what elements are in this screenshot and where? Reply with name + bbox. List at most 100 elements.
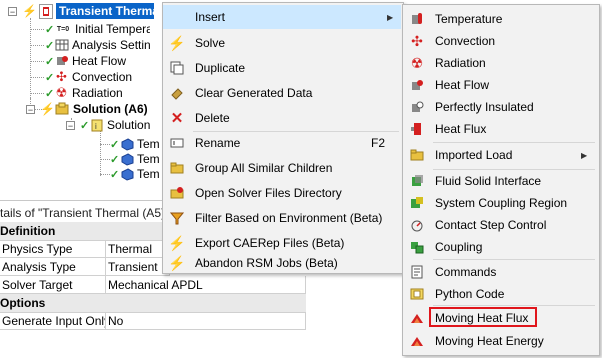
lightning-icon: ⚡ bbox=[40, 102, 55, 116]
details-row-label: Physics Type bbox=[0, 240, 106, 258]
menu-item-group-all-similar-children[interactable]: Group All Similar Children bbox=[163, 156, 401, 180]
duplicate-icon bbox=[169, 60, 185, 76]
menu-item-insert[interactable]: Insert ▶ bbox=[163, 5, 401, 29]
tree-root-label: Transient Thermal bbox=[55, 3, 154, 19]
rename-icon bbox=[169, 135, 185, 151]
tree-item-temperature-probe[interactable]: ✓ Tem bbox=[110, 151, 160, 167]
menu-item-solve[interactable]: ⚡ Solve bbox=[163, 31, 401, 55]
convection-icon: ✣ bbox=[56, 69, 67, 84]
menu-item-delete[interactable]: ✕ Delete bbox=[163, 106, 401, 130]
submenu-item-temperature[interactable]: Temperature bbox=[403, 7, 597, 31]
radiation-icon: ☢ bbox=[410, 54, 424, 71]
submenu-item-perfectly-insulated[interactable]: Perfectly Insulated bbox=[403, 95, 597, 119]
details-category-definition[interactable]: Definition bbox=[0, 222, 170, 241]
system-coupling-icon bbox=[409, 195, 425, 211]
tree-item-label: Solution (A6) bbox=[72, 102, 148, 116]
perfectly-insulated-icon bbox=[409, 99, 425, 115]
menu-item-label: Filter Based on Environment (Beta) bbox=[195, 211, 383, 225]
submenu-item-system-coupling-region[interactable]: System Coupling Region bbox=[403, 191, 597, 215]
submenu-item-python-code[interactable]: Python Code bbox=[403, 282, 597, 306]
checkmark-icon: ✓ bbox=[45, 87, 55, 100]
submenu-item-imported-load[interactable]: Imported Load ▶ bbox=[403, 143, 597, 167]
collapse-toggle[interactable]: − bbox=[8, 7, 17, 17]
group-folder-icon bbox=[169, 160, 185, 176]
temperature-result-icon bbox=[119, 167, 134, 182]
submenu-item-convection[interactable]: ✣ Convection bbox=[403, 29, 597, 53]
menu-item-label: Radiation bbox=[435, 56, 486, 70]
export-icon: ⚡ bbox=[168, 234, 186, 251]
details-row-value[interactable]: No bbox=[106, 312, 306, 330]
tree-item-radiation[interactable]: ✓ ☢ Radiation bbox=[45, 85, 123, 101]
menu-item-rename[interactable]: Rename F2 bbox=[163, 131, 401, 155]
details-row-value[interactable]: Thermal bbox=[106, 240, 170, 258]
submenu-item-heat-flow[interactable]: Heat Flow bbox=[403, 73, 597, 97]
menu-item-label: Perfectly Insulated bbox=[435, 100, 534, 114]
menu-item-filter-based-on-environment[interactable]: Filter Based on Environment (Beta) bbox=[163, 206, 401, 230]
moving-heat-energy-icon bbox=[409, 333, 425, 349]
clear-data-icon bbox=[169, 85, 185, 101]
collapse-toggle[interactable]: − bbox=[26, 105, 35, 115]
collapse-toggle[interactable]: − bbox=[66, 121, 75, 131]
menu-item-label: Rename bbox=[195, 136, 241, 150]
menu-item-clear-generated-data[interactable]: Clear Generated Data bbox=[163, 81, 401, 105]
submenu-item-moving-heat-energy[interactable]: Moving Heat Energy bbox=[403, 329, 597, 353]
details-row-label: Generate Input Only bbox=[0, 312, 106, 330]
menu-shortcut: F2 bbox=[371, 136, 386, 150]
tree-root-transient-thermal[interactable]: ⚡ Transient Thermal bbox=[22, 3, 154, 19]
menu-item-open-solver-files-directory[interactable]: Open Solver Files Directory bbox=[163, 181, 401, 205]
tree-item-solution-information[interactable]: ✓ i Solution Information bbox=[80, 117, 153, 133]
tree-item-analysis-settings[interactable]: ✓ Analysis Settings bbox=[45, 37, 150, 53]
solve-icon: ⚡ bbox=[168, 34, 186, 51]
checkmark-icon: ✓ bbox=[110, 168, 120, 181]
temperature-icon bbox=[409, 11, 425, 27]
checkmark-icon: ✓ bbox=[45, 71, 55, 84]
submenu-item-radiation[interactable]: ☢ Radiation bbox=[403, 51, 597, 75]
menu-item-label: Duplicate bbox=[195, 61, 246, 75]
submenu-item-fluid-solid-interface[interactable]: Fluid Solid Interface bbox=[403, 169, 597, 193]
tree-item-label: Tem bbox=[137, 137, 160, 151]
tree-item-label: Radiation bbox=[72, 86, 123, 100]
context-menu: Insert ▶ ⚡ Solve Duplicate Clear Generat… bbox=[162, 2, 404, 274]
convection-icon: ✣ bbox=[411, 32, 423, 49]
checkmark-icon: ✓ bbox=[45, 23, 55, 36]
menu-item-label: Commands bbox=[435, 265, 497, 279]
filter-icon bbox=[169, 210, 185, 226]
tree-item-temperature-probe[interactable]: ✓ Tem bbox=[110, 166, 160, 182]
tree-item-solution[interactable]: ⚡ Solution (A6) bbox=[40, 101, 148, 117]
details-category-options[interactable]: Options bbox=[0, 294, 306, 313]
submenu-item-contact-step-control[interactable]: Contact Step Control bbox=[403, 213, 597, 237]
menu-item-label: Group All Similar Children bbox=[195, 161, 333, 175]
menu-item-label: Heat Flux bbox=[435, 122, 487, 136]
menu-item-label: Export CAERep Files (Beta) bbox=[195, 236, 345, 250]
details-title: tails of "Transient Thermal (A5)" bbox=[0, 206, 170, 220]
menu-item-duplicate[interactable]: Duplicate bbox=[163, 56, 401, 80]
initial-temperature-icon: T=0 bbox=[56, 25, 70, 33]
menu-item-label: Delete bbox=[195, 111, 230, 125]
submenu-arrow-icon: ▶ bbox=[387, 12, 394, 22]
submenu-item-commands[interactable]: Commands bbox=[403, 260, 597, 284]
menu-item-label: Solve bbox=[195, 36, 226, 50]
menu-item-label: System Coupling Region bbox=[435, 196, 568, 210]
submenu-item-heat-flux[interactable]: Heat Flux bbox=[403, 117, 597, 141]
imported-load-icon bbox=[409, 147, 425, 163]
menu-item-label: Coupling bbox=[435, 240, 483, 254]
tree-item-label: Heat Flow bbox=[72, 54, 127, 68]
highlight-box bbox=[429, 307, 537, 327]
coupling-icon bbox=[409, 239, 425, 255]
temperature-result-icon bbox=[119, 137, 134, 152]
details-row-value[interactable]: Mechanical APDL bbox=[106, 276, 306, 294]
menu-item-abandon-rsm-jobs[interactable]: ⚡ Abandon RSM Jobs (Beta) bbox=[163, 251, 401, 275]
tree-item-label: Analysis Settings bbox=[72, 38, 150, 52]
submenu-item-coupling[interactable]: Coupling bbox=[403, 235, 597, 259]
svg-text:i: i bbox=[95, 122, 97, 131]
tree-item-temperature-probe[interactable]: ✓ Tem bbox=[110, 136, 160, 152]
checkmark-icon: ✓ bbox=[45, 55, 55, 68]
details-row-value[interactable]: Transient bbox=[106, 258, 170, 276]
submenu-arrow-icon: ▶ bbox=[581, 150, 588, 160]
checkmark-icon: ✓ bbox=[45, 39, 55, 52]
menu-item-label: Open Solver Files Directory bbox=[195, 186, 342, 200]
menu-item-label: Convection bbox=[435, 34, 496, 48]
tree-item-initial-temperature[interactable]: ✓ T=0 Initial Temperature bbox=[45, 21, 150, 37]
tree-item-heat-flow[interactable]: ✓ Heat Flow bbox=[45, 53, 126, 69]
tree-item-convection[interactable]: ✓ ✣ Convection bbox=[45, 69, 132, 85]
